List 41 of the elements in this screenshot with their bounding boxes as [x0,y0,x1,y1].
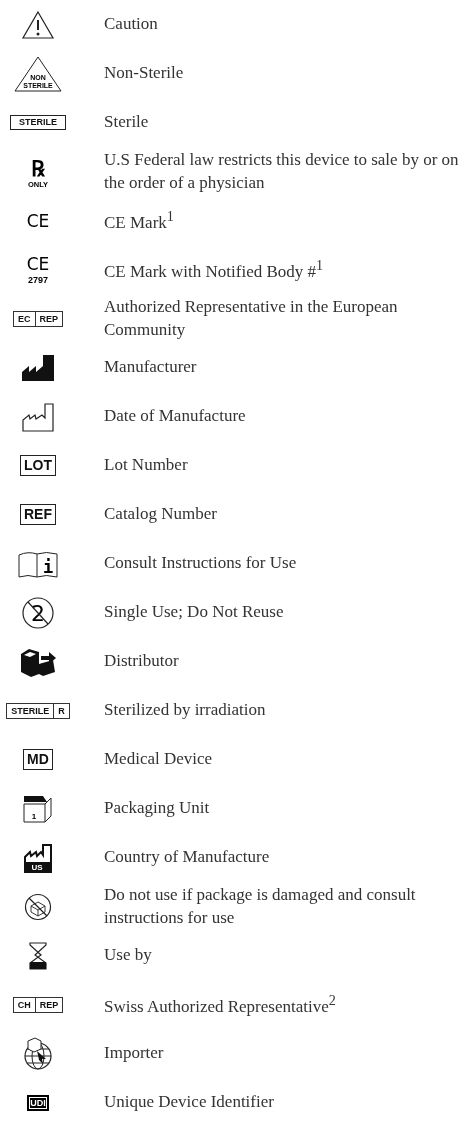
symbol-description: Sterile [104,111,149,134]
ce-mark-icon: CE [23,211,53,230]
symbol-description: CE Mark with Notified Body #$^{1}$ [104,256,324,283]
symbol-description: Distributor [104,650,179,673]
warning-icon [21,9,55,40]
symbol-description: Catalog Number [104,503,217,526]
symbol-description: Non-Sterile [104,62,184,85]
symbol-label: LOT [20,455,56,476]
factory-icon [21,353,55,382]
globe-box-icon [21,1036,55,1071]
symbol-description: Use by [104,944,152,967]
symbol-description: Country of Manufacture [104,846,270,869]
symbol-description: Single Use; Do Not Reuse [104,601,284,624]
symbol-description: Lot Number [104,454,188,477]
hourglass-icon [29,941,47,970]
book-info-icon: i [18,549,58,578]
symbol-description: Consult Instructions for Use [104,552,297,575]
symbol-label: EC REP [13,310,63,327]
factory-icon: US [23,842,53,873]
symbol-description: Sterilized by irradiation [104,699,266,722]
symbol-description: Caution [104,13,158,36]
symbol-description: U.S Federal law restricts this device to sale by or on the order of a physician [104,149,460,194]
symbol-description: CE Mark$^{1}$ [104,207,174,234]
factory-outline-icon [21,401,55,432]
symbol-description: Unique Device Identifier [104,1091,274,1114]
symbol-description: Importer [104,1042,164,1065]
symbol-description: Authorized Representative in the European Community [104,296,399,341]
ce-mark-icon: CE 2797 [23,254,53,285]
symbol-label: MD [23,749,53,770]
symbol-label: STERILE R [6,702,70,719]
symbol-label: CH REP [12,996,64,1013]
symbol-description: Date of Manufacture [104,405,246,428]
symbol-description: Swiss Authorized Representative$^{2}$ [104,991,336,1018]
symbol-description: Packaging Unit [104,797,210,820]
symbol-label: REF [20,504,56,525]
symbol-description: Manufacturer [104,356,197,379]
symbol-label: STERILE [10,115,66,130]
symbol-label: UDI [27,1094,49,1111]
symbol-description: Medical Device [104,748,213,771]
symbol-description: Do not use if package is damaged and consult instructions for use [104,884,417,929]
damaged-package-icon [24,892,52,921]
